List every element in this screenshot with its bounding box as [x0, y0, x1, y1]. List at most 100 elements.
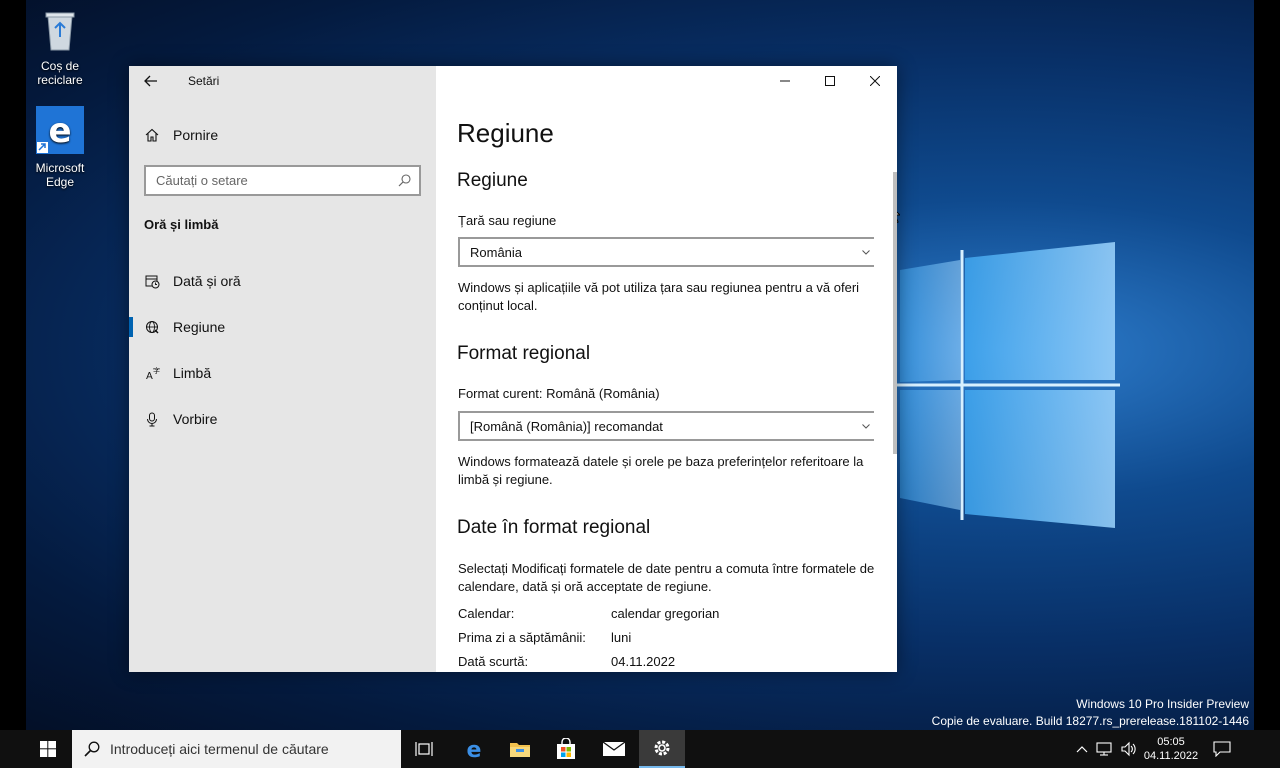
- chevron-down-icon: [862, 249, 870, 255]
- format-value: [Română (România)] recomandat: [470, 418, 663, 434]
- format-row: Prima zi a săptămânii: luni: [458, 630, 631, 645]
- tray-volume[interactable]: [1118, 730, 1140, 768]
- globe-icon: [146, 320, 159, 333]
- desktop-icon-edge[interactable]: e Microsoft Edge: [26, 106, 94, 189]
- task-view-icon: [415, 742, 433, 756]
- taskbar-settings[interactable]: [639, 730, 685, 768]
- page-title: Regiune: [457, 118, 554, 148]
- back-arrow-icon: [144, 75, 157, 87]
- nav-item-label: Dată și oră: [173, 273, 241, 289]
- taskbar-mail[interactable]: [592, 730, 636, 768]
- recycle-bin-icon: [45, 12, 75, 51]
- task-view-button[interactable]: [404, 730, 444, 768]
- action-center-button[interactable]: [1204, 730, 1240, 768]
- search-placeholder: Căutați o setare: [156, 173, 248, 188]
- format-row-key: Calendar:: [458, 606, 515, 621]
- nav-item-label: Regiune: [173, 319, 226, 335]
- letterbox-left: [0, 0, 26, 730]
- close-button[interactable]: [852, 66, 897, 96]
- svg-text:字: 字: [153, 366, 160, 375]
- desktop-icon-recycle-bin[interactable]: Coș de reciclare: [26, 8, 94, 87]
- tray-network[interactable]: [1094, 730, 1116, 768]
- maximize-icon: [824, 76, 835, 86]
- desktop-icon-label: Coș de reciclare: [37, 59, 83, 87]
- volume-icon: [1121, 741, 1136, 757]
- settings-content-pane: Regiune Regiune Țară sau regiune România…: [436, 66, 897, 672]
- nav-home-label: Pornire: [173, 127, 219, 143]
- letterbox-right: [1254, 0, 1280, 730]
- minimize-button[interactable]: [762, 66, 807, 96]
- format-row: Calendar: calendar gregorian: [458, 606, 719, 621]
- tray-overflow-button[interactable]: [1072, 730, 1092, 768]
- store-icon: [557, 738, 575, 759]
- country-label: Țară sau regiune: [458, 213, 557, 228]
- format-row: Dată scurtă: 04.11.2022: [458, 654, 675, 669]
- taskbar: Introduceți aici termenul de căutare e 0…: [0, 730, 1280, 768]
- start-button[interactable]: [26, 730, 70, 768]
- title-bar-left: Setări: [129, 66, 436, 96]
- section-heading-format: Format regional: [457, 343, 591, 364]
- watermark-line-1: Windows 10 Pro Insider Preview: [1076, 697, 1249, 711]
- region-description: Windows și aplicațiile vă pot utiliza ța…: [458, 280, 860, 313]
- minimize-icon: [779, 80, 790, 82]
- svg-text:e: e: [48, 111, 71, 151]
- nav-section-title: Oră și limbă: [144, 217, 219, 232]
- nav-item-region[interactable]: Regiune: [129, 309, 436, 345]
- taskbar-clock[interactable]: 05:05 04.11.2022: [1142, 730, 1200, 768]
- format-row-key: Prima zi a săptămânii:: [458, 630, 586, 645]
- chevron-up-icon: [1076, 746, 1088, 753]
- taskbar-edge[interactable]: e: [452, 730, 496, 768]
- notification-icon: [1213, 741, 1231, 757]
- calendar-clock-icon: [145, 275, 160, 288]
- watermark-line-2: Copie de evaluare. Build 18277.rs_prerel…: [931, 714, 1249, 728]
- settings-icon: [654, 740, 670, 756]
- evaluation-watermark: Windows 10 Pro Insider Preview Copie de …: [932, 696, 1249, 730]
- taskbar-store[interactable]: [544, 730, 588, 768]
- svg-text:e: e: [467, 738, 482, 760]
- app-title: Setări: [188, 74, 220, 88]
- settings-nav-pane: Setări Pornire Căutați o setare Oră și l…: [129, 66, 436, 672]
- section-heading-region: Regiune: [457, 170, 528, 191]
- format-row-key: Dată scurtă:: [458, 654, 529, 669]
- search-icon: [84, 741, 100, 757]
- format-row-value: calendar gregorian: [611, 606, 720, 621]
- nav-item-speech[interactable]: Vorbire: [129, 401, 436, 437]
- desktop-icon-label: Microsoft Edge: [35, 161, 85, 189]
- format-row-value: luni: [611, 630, 632, 645]
- back-button[interactable]: [129, 66, 173, 96]
- search-icon: [398, 174, 411, 187]
- data-format-description: Selectați Modificați formatele de date p…: [458, 561, 875, 594]
- microphone-icon: [147, 412, 157, 426]
- country-dropdown[interactable]: România: [458, 237, 874, 267]
- section-heading-data-format: Date în format regional: [457, 517, 651, 538]
- regional-format-dropdown[interactable]: [Română (România)] recomandat: [458, 411, 874, 441]
- settings-window: Setări Pornire Căutați o setare Oră și l…: [129, 66, 897, 672]
- nav-item-language[interactable]: A 字 Limbă: [129, 355, 436, 391]
- format-row-value: 04.11.2022: [611, 654, 676, 669]
- language-icon: A 字: [146, 366, 160, 381]
- nav-item-label: Limbă: [173, 365, 212, 381]
- settings-search-input[interactable]: Căutați o setare: [144, 165, 421, 196]
- windows-logo-wallpaper: [890, 242, 1120, 528]
- close-icon: [869, 76, 880, 86]
- svg-text:A: A: [146, 371, 153, 381]
- home-icon: [145, 128, 159, 142]
- network-icon: [1096, 742, 1112, 756]
- maximize-button[interactable]: [807, 66, 852, 96]
- current-format-label: Format curent: Română (România): [458, 386, 660, 401]
- clock-time: 05:05: [1157, 736, 1185, 748]
- content-scrollbar[interactable]: [893, 172, 897, 454]
- clock-date: 04.11.2022: [1143, 750, 1199, 762]
- mail-icon: [602, 741, 626, 756]
- nav-item-date-time[interactable]: Dată și oră: [129, 263, 436, 299]
- taskbar-search-box[interactable]: Introduceți aici termenul de căutare: [72, 730, 401, 768]
- edge-icon: e: [467, 738, 482, 760]
- edge-icon: e: [36, 106, 84, 154]
- format-description: Windows formatează datele și orele pe ba…: [458, 454, 864, 487]
- windows-start-icon: [40, 741, 56, 757]
- taskbar-file-explorer[interactable]: [498, 730, 542, 768]
- country-value: România: [470, 244, 523, 260]
- taskbar-search-placeholder: Introduceți aici termenul de căutare: [110, 741, 329, 757]
- nav-home[interactable]: Pornire: [129, 117, 436, 153]
- window-caption-buttons: [762, 66, 897, 96]
